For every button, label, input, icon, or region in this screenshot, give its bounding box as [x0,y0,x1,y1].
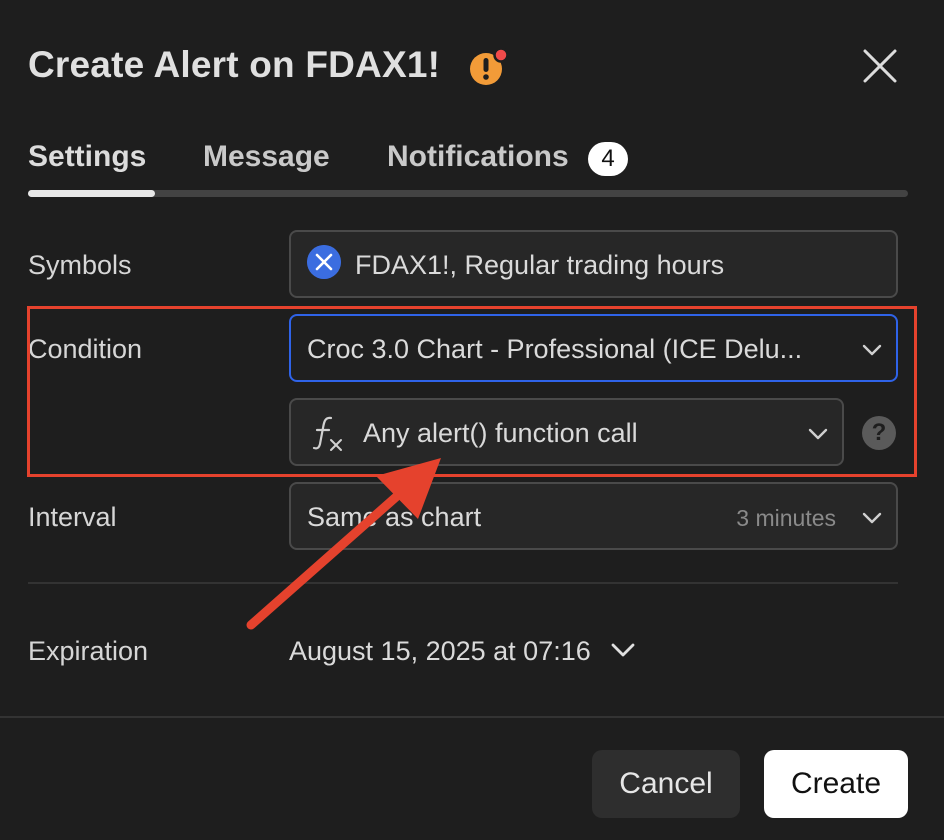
create-alert-dialog: Create Alert on FDAX1! Settings Message … [0,0,944,840]
warning-icon[interactable] [468,47,512,91]
symbols-label: Symbols [28,250,132,280]
tab-settings[interactable]: Settings [28,140,146,174]
interval-hint: 3 minutes [736,505,836,531]
symbol-logo-icon [307,245,341,279]
symbols-value: FDAX1!, Regular trading hours [355,250,725,280]
interval-select[interactable]: Same as chart 3 minutes [289,482,898,550]
close-icon[interactable] [858,44,902,88]
expiration-value: August 15, 2025 at 07:16 [289,636,591,666]
tab-track [28,190,908,197]
chevron-down-icon [611,643,635,657]
expiration-label: Expiration [28,636,149,666]
interval-value: Same as chart [307,502,482,532]
section-divider [28,582,898,584]
tab-message[interactable]: Message [203,140,330,174]
chevron-down-icon [862,512,882,524]
tab-bar: Settings Message Notifications [28,136,908,198]
interval-label: Interval [28,502,117,532]
symbols-field[interactable]: FDAX1!, Regular trading hours [289,230,898,298]
create-button[interactable]: Create [764,750,908,818]
tab-notifications[interactable]: Notifications [387,140,569,174]
dialog-title: Create Alert on FDAX1! [28,44,441,85]
footer-divider [0,716,944,718]
notifications-count-badge: 4 [588,142,628,176]
annotation-highlight-box [27,306,917,477]
expiration-selector[interactable]: August 15, 2025 at 07:16 [289,636,635,667]
active-tab-indicator [28,190,155,197]
cancel-button[interactable]: Cancel [592,750,740,818]
